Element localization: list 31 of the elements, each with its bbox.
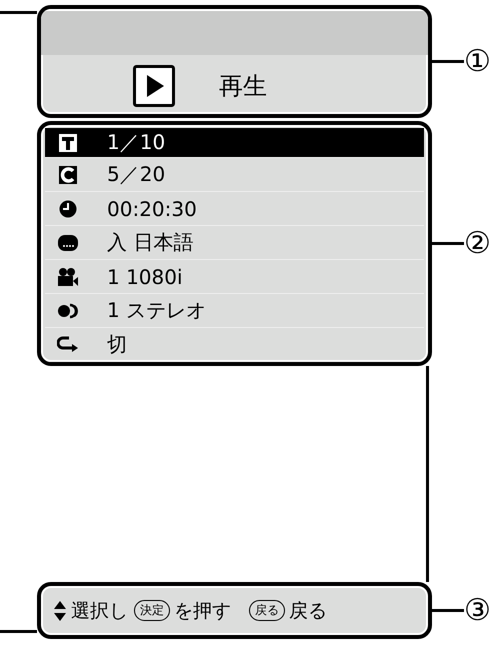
guide-text: 戻る [289,598,327,624]
play-icon [133,65,175,107]
info-row[interactable]: 1 1080i [45,260,424,294]
clock-icon [57,198,79,218]
info-row[interactable]: 1／10 [45,128,424,158]
info-value: 切 [107,331,127,358]
info-row[interactable]: 入 日本語 [45,226,424,260]
info-value: 1 ステレオ [107,297,206,324]
remote-key-label: 決定 [134,600,170,621]
speech-bubble-icon [57,232,79,252]
guide-text: 選択し [71,598,128,624]
callout-number: ② [464,228,491,258]
up-down-arrow-icon [53,600,67,622]
info-value: 00:20:30 [107,196,197,220]
t-letter-icon [57,132,79,152]
callout-number: ① [464,46,491,76]
info-value: 1 1080i [107,264,183,288]
status-label: 再生 [219,71,267,102]
info-value: 入 日本語 [107,229,194,256]
info-row[interactable]: 1 ステレオ [45,294,424,328]
repeat-arrow-icon [57,334,79,354]
camera-icon [57,266,79,286]
remote-key-label: 戻る [249,600,285,621]
info-row[interactable]: 切 [45,328,424,362]
guide-text: を押す [174,598,231,624]
info-row[interactable]: 00:20:30 [45,192,424,226]
info-value: 5／20 [107,161,166,188]
c-letter-icon [57,164,79,184]
info-row[interactable]: 5／20 [45,158,424,192]
callout-number: ③ [464,596,491,626]
info-value: 1／10 [107,129,166,156]
